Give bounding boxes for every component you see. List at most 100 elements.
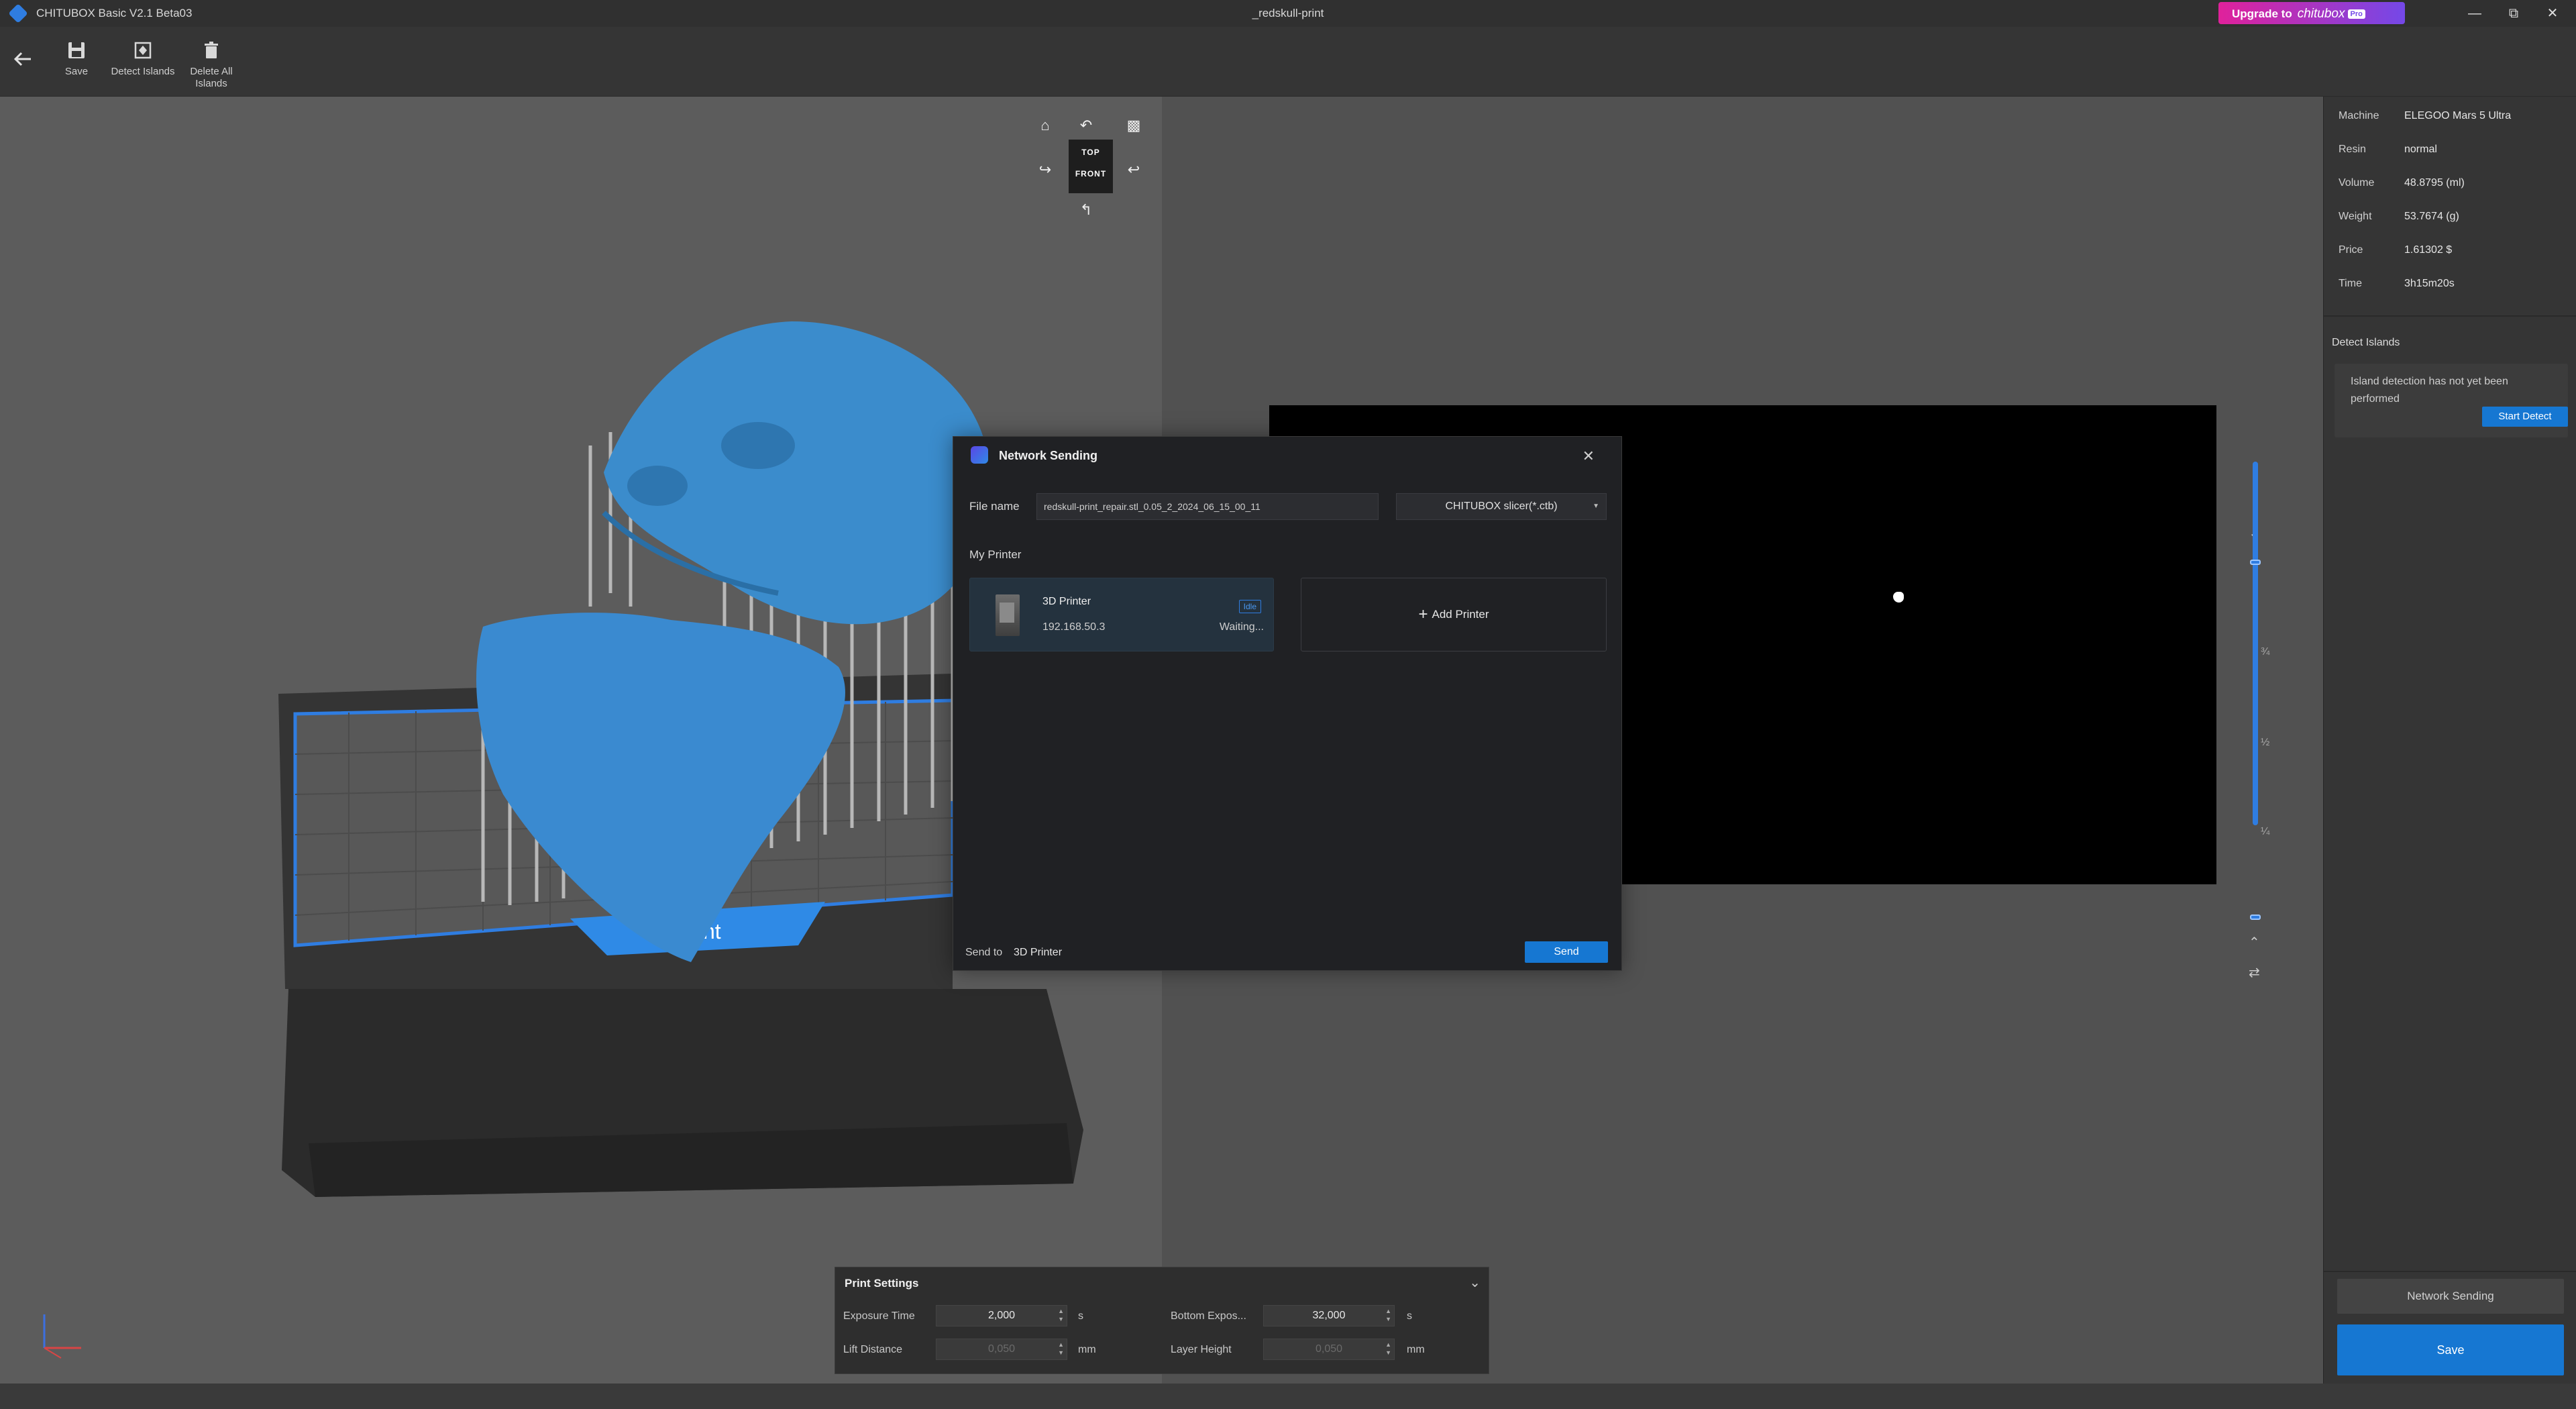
delete-all-islands-tool-label: Delete All Islands: [190, 66, 233, 89]
upgrade-brand: chitubox: [2297, 7, 2345, 21]
price-value: 1.61302 $: [2404, 244, 2453, 256]
upgrade-button[interactable]: Upgrade to chitubox Pro: [2218, 2, 2405, 24]
save-tool-button[interactable]: Save: [40, 40, 113, 78]
dialog-title: Network Sending: [999, 449, 1098, 462]
slice-preview-island: [1893, 592, 1904, 603]
layer-slider-bottom-handle[interactable]: [2250, 915, 2261, 920]
document-title: _redskull-print: [1252, 7, 1324, 19]
chitubox-logo-icon: [971, 446, 988, 464]
save-tool-label: Save: [64, 66, 89, 77]
panel-divider: [2324, 315, 2576, 317]
layer-slider[interactable]: [2253, 462, 2258, 825]
layer-height-label: Layer Height: [1171, 1344, 1232, 1355]
detect-islands-tool-button[interactable]: Detect Islands: [106, 40, 180, 78]
toolbar: Save Detect Islands Delete All Islands: [0, 27, 2576, 97]
exposure-time-input[interactable]: 2,000 ▲ ▼: [936, 1305, 1067, 1326]
print-settings-panel: Print Settings ⌄ Exposure Time 2,000 ▲ ▼ s…: [835, 1267, 1489, 1374]
save-button[interactable]: Save: [2337, 1324, 2564, 1375]
printer-status-text: Waiting...: [1219, 621, 1264, 633]
spinner-icon[interactable]: ▲ ▼: [1058, 1307, 1064, 1323]
time-label: Time: [2339, 278, 2362, 289]
perspective-icon[interactable]: ▩: [1124, 115, 1144, 136]
printer-card[interactable]: 3D Printer 192.168.50.3 Idle Waiting...: [969, 578, 1274, 651]
file-format-select[interactable]: CHITUBOX slicer(*.ctb) ▼: [1396, 493, 1607, 520]
close-icon[interactable]: ✕: [2533, 0, 2572, 27]
layer-height-input[interactable]: 0,050 ▲ ▼: [1263, 1339, 1395, 1360]
machine-label: Machine: [2339, 110, 2379, 121]
dropdown-caret-icon: ▼: [1593, 503, 1599, 510]
bottom-exposure-input[interactable]: 32,000 ▲ ▼: [1263, 1305, 1395, 1326]
pro-badge: Pro: [2347, 9, 2365, 19]
slider-tick-top: ¾: [2261, 646, 2270, 658]
printer-ip: 192.168.50.3: [1042, 621, 1106, 633]
status-bar: [0, 1384, 2576, 1409]
trash-icon: [205, 42, 218, 58]
rotate-left-icon[interactable]: ↪: [1035, 160, 1055, 180]
file-name-input[interactable]: redskull-print_repair.stl_0.05_2_2024_06…: [1036, 493, 1379, 520]
detect-islands-tool-label: Detect Islands: [111, 66, 175, 77]
resin-label: Resin: [2339, 144, 2366, 155]
rotate-right-icon[interactable]: ↩: [1124, 160, 1144, 180]
home-view-icon[interactable]: ⌂: [1035, 115, 1055, 136]
print-settings-title: Print Settings: [845, 1277, 919, 1290]
spinner-icon[interactable]: ▲ ▼: [1058, 1341, 1064, 1357]
layer-height-unit: mm: [1407, 1344, 1425, 1355]
lift-distance-label: Lift Distance: [843, 1344, 903, 1355]
network-sending-dialog: Network Sending ✕ File name redskull-pri…: [953, 436, 1622, 971]
delete-all-islands-tool-button[interactable]: Delete All Islands: [174, 40, 248, 90]
resin-value: normal: [2404, 144, 2437, 155]
add-printer-label: Add Printer: [1432, 608, 1489, 621]
bottom-exposure-unit: s: [1407, 1310, 1412, 1322]
exposure-time-label: Exposure Time: [843, 1310, 915, 1322]
file-format-value: CHITUBOX slicer(*.ctb): [1445, 501, 1558, 512]
collapse-chevron-icon[interactable]: ⌄: [1469, 1274, 1481, 1291]
detect-islands-icon: [134, 42, 152, 59]
lift-distance-unit: mm: [1078, 1344, 1096, 1355]
volume-label: Volume: [2339, 177, 2375, 189]
dialog-close-icon[interactable]: ✕: [1582, 448, 1595, 465]
view-cube-front[interactable]: FRONT: [1069, 157, 1113, 178]
add-printer-button[interactable]: + Add Printer: [1301, 578, 1607, 651]
weight-label: Weight: [2339, 211, 2372, 222]
start-detect-button[interactable]: Start Detect: [2482, 407, 2568, 427]
layer-slider-top-handle[interactable]: [2250, 560, 2261, 565]
lift-distance-input[interactable]: 0,050 ▲ ▼: [936, 1339, 1067, 1360]
chevron-up-icon[interactable]: ⌃: [2249, 934, 2260, 951]
panel-divider: [2324, 1271, 2576, 1272]
send-to-label: Send to: [965, 947, 1003, 958]
right-info-panel: Machine ELEGOO Mars 5 Ultra Resin normal…: [2323, 97, 2576, 1384]
lift-distance-value: 0,050: [987, 1343, 1016, 1355]
spinner-icon[interactable]: ▲ ▼: [1385, 1307, 1391, 1323]
back-arrow-icon[interactable]: [9, 46, 36, 72]
network-sending-button[interactable]: Network Sending: [2337, 1279, 2564, 1314]
layer-height-value: 0,050: [1315, 1343, 1343, 1355]
detect-islands-title: Detect Islands: [2332, 337, 2400, 348]
swap-icon[interactable]: ⇄: [2249, 964, 2260, 981]
bottom-exposure-label: Bottom Expos...: [1171, 1310, 1246, 1322]
rotate-up-icon[interactable]: ↶: [1076, 115, 1096, 136]
volume-value: 48.8795 (ml): [2404, 177, 2465, 189]
title-bar: CHITUBOX Basic V2.1 Beta03 _redskull-pri…: [0, 0, 2576, 27]
upgrade-label: Upgrade to: [2232, 7, 2292, 20]
rotate-down-icon[interactable]: ↰: [1076, 200, 1096, 220]
exposure-time-unit: s: [1078, 1310, 1083, 1322]
machine-value: ELEGOO Mars 5 Ultra: [2404, 110, 2512, 121]
restore-icon[interactable]: ⧉: [2494, 0, 2533, 27]
exposure-time-value: 2,000: [987, 1310, 1016, 1321]
slider-tick-bottom: ¼: [2261, 826, 2270, 837]
printer-icon: [996, 594, 1020, 636]
file-name-label: File name: [969, 500, 1020, 513]
send-button[interactable]: Send: [1525, 941, 1608, 963]
axes-icon: [43, 1314, 81, 1359]
spinner-icon[interactable]: ▲ ▼: [1385, 1341, 1391, 1357]
view-cube[interactable]: TOP FRONT: [1069, 140, 1113, 193]
weight-value: 53.7674 (g): [2404, 211, 2459, 222]
send-to-value: 3D Printer: [1014, 947, 1063, 958]
detect-islands-message: Island detection has not yet been perfor…: [2351, 376, 2508, 405]
save-icon: [68, 42, 85, 58]
printer-name: 3D Printer: [1042, 596, 1091, 607]
printer-status-badge: Idle: [1238, 600, 1261, 613]
view-cube-top[interactable]: TOP: [1069, 140, 1113, 157]
time-value: 3h15m20s: [2404, 278, 2455, 289]
minimize-icon[interactable]: —: [2455, 0, 2494, 27]
